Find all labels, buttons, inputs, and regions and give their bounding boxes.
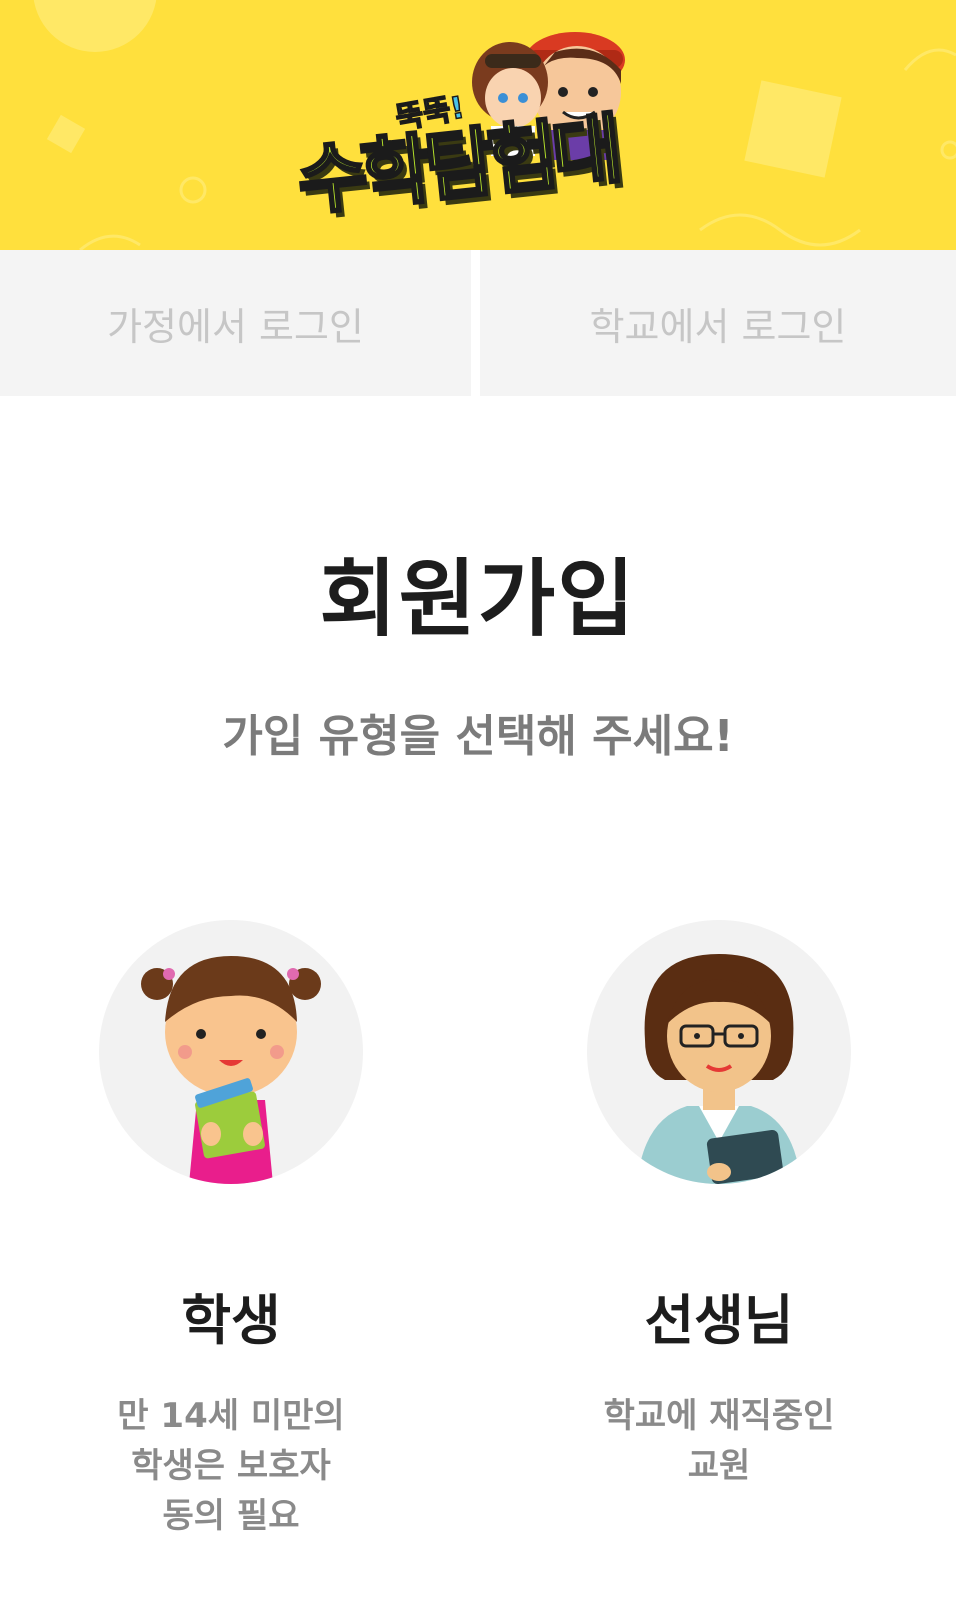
app-logo: 뚝뚝! 수학탐험대 xyxy=(292,0,635,230)
student-signup-button[interactable]: 학생 만 14세 미만의 학생은 보호자 동의 필요 xyxy=(81,920,381,1541)
tab-school-login-label: 학교에서 로그인 xyxy=(589,304,847,349)
student-description: 만 14세 미만의 학생은 보호자 동의 필요 xyxy=(81,1391,381,1541)
tab-home-login[interactable]: 가정에서 로그인 xyxy=(0,250,471,396)
student-label: 학생 xyxy=(181,1289,281,1352)
page-title: 회원가입 xyxy=(319,550,637,648)
teacher-avatar xyxy=(587,920,851,1184)
teacher-description: 학교에 재직중인 교원 xyxy=(569,1391,869,1491)
teacher-label: 선생님 xyxy=(644,1289,794,1352)
student-description-line: 학생은 보호자 xyxy=(131,1446,331,1486)
teacher-icon xyxy=(637,954,801,1184)
teacher-description-line: 학교에 재직중인 xyxy=(603,1396,835,1436)
student-description-line: 동의 필요 xyxy=(162,1496,300,1536)
student-avatar xyxy=(99,920,363,1184)
teacher-signup-button[interactable]: 선생님 학교에 재직중인 교원 xyxy=(569,920,869,1491)
tab-home-login-label: 가정에서 로그인 xyxy=(107,304,364,349)
app-header: 뚝뚝! 수학탐험대 xyxy=(0,0,956,250)
student-description-line: 만 14세 미만의 xyxy=(117,1396,345,1436)
teacher-description-line: 교원 xyxy=(687,1446,751,1486)
page-subtitle: 가입 유형을 선택해 주세요! xyxy=(222,711,734,762)
student-girl-icon xyxy=(141,956,321,1184)
login-tabs: 가정에서 로그인 학교에서 로그인 xyxy=(0,250,956,396)
tab-school-login[interactable]: 학교에서 로그인 xyxy=(480,250,956,396)
